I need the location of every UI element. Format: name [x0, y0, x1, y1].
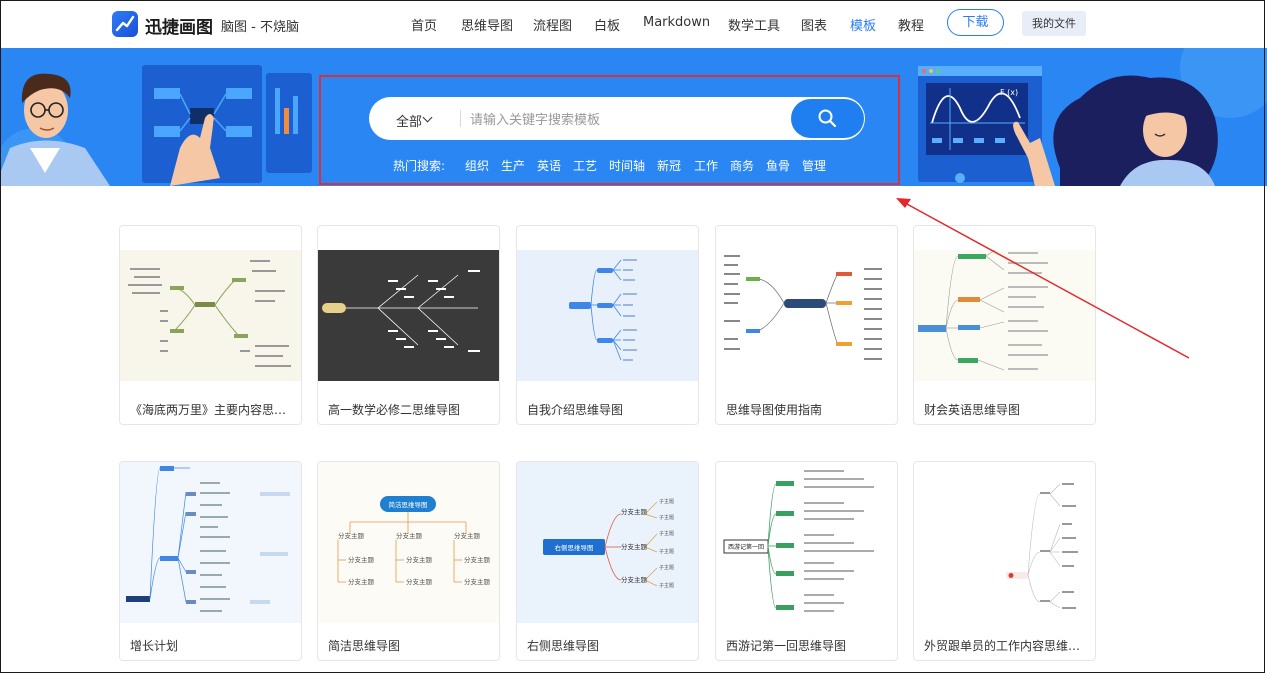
template-card[interactable]: 增长计划	[119, 461, 302, 661]
thumb-center-topic: 简洁思维导图	[389, 500, 428, 509]
thumb-branch: 分支主题	[348, 577, 375, 586]
template-thumbnail: 简洁思维导图 分支主题 分支主题 分支主题 分支主题 分支主题 分支主题 分支主…	[318, 462, 499, 623]
download-button[interactable]: 下载	[947, 9, 1004, 36]
template-thumbnail	[120, 462, 301, 623]
hot-search-label: 热门搜索:	[393, 159, 446, 173]
thumb-center-topic: 右侧思维导图	[555, 543, 594, 552]
template-title[interactable]: 增长计划	[130, 637, 295, 654]
graph-label: F (x)	[1000, 88, 1018, 97]
thumb-leaf: 子主题	[659, 498, 674, 505]
top-navigation-bar: 迅捷画图 脑图 - 不烧脑 首页 思维导图 流程图 白板 Markdown 数学…	[0, 0, 1267, 48]
nav-templates[interactable]: 模板	[850, 15, 876, 34]
template-card[interactable]: 思维导图使用指南	[715, 225, 898, 425]
nav-math-tools[interactable]: 数学工具	[728, 15, 780, 34]
thumb-branch: 分支主题	[621, 542, 648, 551]
nav-whiteboard[interactable]: 白板	[594, 15, 620, 34]
search-input[interactable]	[468, 107, 782, 133]
nav-markdown[interactable]: Markdown	[643, 15, 710, 30]
template-title[interactable]: 《海底两万里》主要内容思维导图	[130, 401, 295, 418]
hot-term-covid[interactable]: 新冠	[657, 157, 681, 174]
search-icon	[818, 109, 837, 128]
thumb-center-topic: 西游记第一回	[728, 543, 764, 551]
brand-name[interactable]: 迅捷画图	[145, 13, 213, 38]
thumb-leaf: 子主题	[659, 514, 674, 521]
template-card[interactable]: 高一数学必修二思维导图	[317, 225, 500, 425]
thumb-branch: 分支主题	[338, 531, 365, 540]
template-thumbnail	[914, 462, 1095, 623]
thumb-branch: 分支主题	[464, 577, 491, 586]
template-thumbnail	[318, 250, 499, 381]
thumb-branch: 分支主题	[464, 555, 491, 564]
search-divider	[460, 110, 461, 127]
logo-icon[interactable]	[112, 11, 138, 37]
template-title[interactable]: 外贸跟单员的工作内容思维导图	[924, 637, 1089, 654]
my-files-button[interactable]: 我的文件	[1022, 11, 1086, 36]
thumb-leaf: 子主题	[659, 548, 674, 555]
hot-term-craft[interactable]: 工艺	[573, 157, 597, 174]
thumb-branch: 分支主题	[621, 575, 648, 584]
nav-mindmap[interactable]: 思维导图	[461, 15, 513, 34]
hot-term-fishbone[interactable]: 鱼骨	[766, 157, 790, 174]
search-scope-dropdown[interactable]: 全部	[396, 111, 422, 130]
template-card[interactable]: 自我介绍思维导图	[516, 225, 699, 425]
thumb-leaf: 子主题	[659, 564, 674, 571]
template-thumbnail	[914, 250, 1095, 381]
hot-term-production[interactable]: 生产	[501, 157, 525, 174]
template-thumbnail	[120, 250, 301, 381]
template-thumbnail	[517, 250, 698, 381]
hot-term-timeline[interactable]: 时间轴	[609, 157, 645, 174]
hot-term-business[interactable]: 商务	[730, 157, 754, 174]
thumb-branch: 分支主题	[348, 555, 375, 564]
search-button[interactable]	[791, 99, 864, 138]
hot-term-organization[interactable]: 组织	[465, 157, 489, 174]
template-card[interactable]: 简洁思维导图 分支主题 分支主题 分支主题 分支主题 分支主题 分支主题 分支主…	[317, 461, 500, 661]
nav-tutorials[interactable]: 教程	[898, 15, 924, 34]
template-title[interactable]: 自我介绍思维导图	[527, 401, 692, 418]
template-title[interactable]: 西游记第一回思维导图	[726, 637, 891, 654]
template-title[interactable]: 财会英语思维导图	[924, 401, 1089, 418]
thumb-leaf: 子主题	[659, 530, 674, 537]
template-thumbnail	[716, 250, 897, 381]
template-card[interactable]: 《海底两万里》主要内容思维导图	[119, 225, 302, 425]
thumb-branch: 分支主题	[396, 531, 423, 540]
hot-term-english[interactable]: 英语	[537, 157, 561, 174]
template-title[interactable]: 高一数学必修二思维导图	[328, 401, 493, 418]
template-card[interactable]: 财会英语思维导图	[913, 225, 1096, 425]
template-card[interactable]: 西游记第一回 西游记第一回思维导图	[715, 461, 898, 661]
thumb-branch: 分支主题	[454, 531, 481, 540]
nav-flowchart[interactable]: 流程图	[533, 15, 572, 34]
template-thumbnail: 右侧思维导图 分支主题 分支主题 分支主题 子主题 子主题 子主题 子主题 子主…	[517, 462, 698, 623]
hot-term-work[interactable]: 工作	[694, 157, 718, 174]
thumb-branch: 分支主题	[621, 507, 648, 516]
hot-term-management[interactable]: 管理	[802, 157, 826, 174]
template-card[interactable]: 右侧思维导图 分支主题 分支主题 分支主题 子主题 子主题 子主题 子主题 子主…	[516, 461, 699, 661]
thumb-branch: 分支主题	[406, 577, 433, 586]
thumb-leaf: 子主题	[659, 582, 674, 589]
nav-home[interactable]: 首页	[411, 15, 437, 34]
thumb-branch: 分支主题	[406, 555, 433, 564]
template-title[interactable]: 思维导图使用指南	[726, 401, 891, 418]
template-card[interactable]: 外贸跟单员的工作内容思维导图	[913, 461, 1096, 661]
template-title[interactable]: 简洁思维导图	[328, 637, 493, 654]
nav-charts[interactable]: 图表	[801, 15, 827, 34]
template-title[interactable]: 右侧思维导图	[527, 637, 692, 654]
brand-slogan: 脑图 - 不烧脑	[221, 20, 299, 35]
template-thumbnail: 西游记第一回	[716, 462, 897, 623]
